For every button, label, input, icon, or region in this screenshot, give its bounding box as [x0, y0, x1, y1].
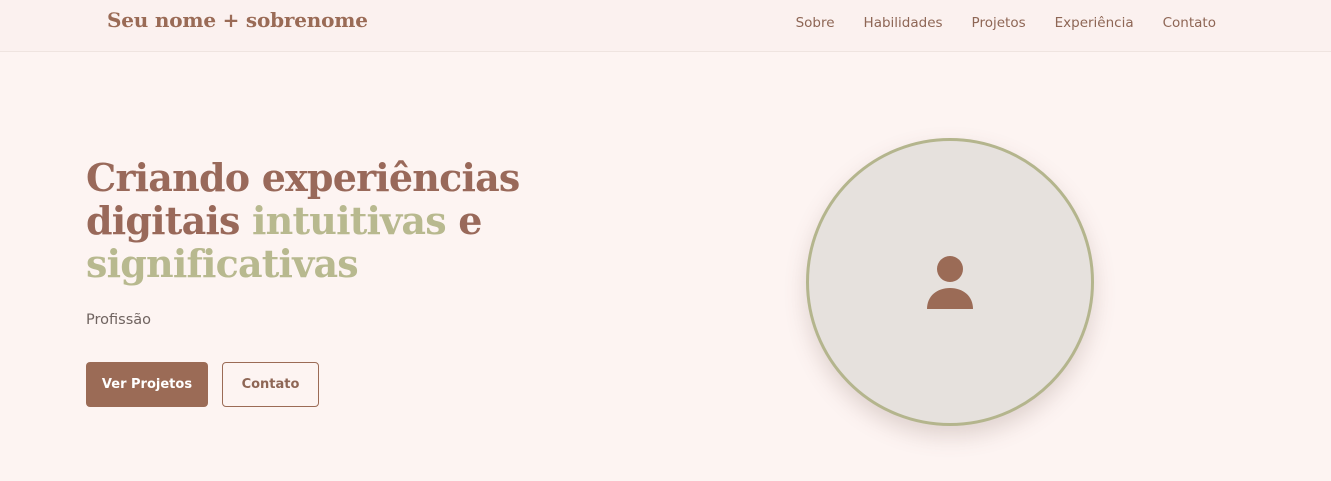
brand-logo[interactable]: Seu nome + sobrenome	[107, 8, 368, 32]
nav-menu: Sobre Habilidades Projetos Experiência C…	[796, 15, 1216, 31]
profile-avatar	[806, 138, 1094, 426]
hero-title-accent-significativas: significativas	[86, 241, 359, 286]
hero-title-connector: e	[445, 198, 482, 243]
nav-link-experiencia[interactable]: Experiência	[1055, 15, 1134, 31]
nav-link-sobre[interactable]: Sobre	[796, 15, 835, 31]
profession-text: Profissão	[86, 312, 152, 328]
contact-button[interactable]: Contato	[222, 362, 319, 407]
hero-title: Criando experiências digitais intuitivas…	[86, 156, 646, 285]
nav-link-projetos[interactable]: Projetos	[972, 15, 1026, 31]
user-icon	[927, 256, 973, 309]
hero-title-accent-intuitivas: intuitivas	[252, 198, 447, 243]
nav-link-habilidades[interactable]: Habilidades	[864, 15, 943, 31]
view-projects-button[interactable]: Ver Projetos	[86, 362, 208, 407]
nav-link-contato[interactable]: Contato	[1163, 15, 1216, 31]
navbar: Seu nome + sobrenome Sobre Habilidades P…	[0, 0, 1331, 52]
